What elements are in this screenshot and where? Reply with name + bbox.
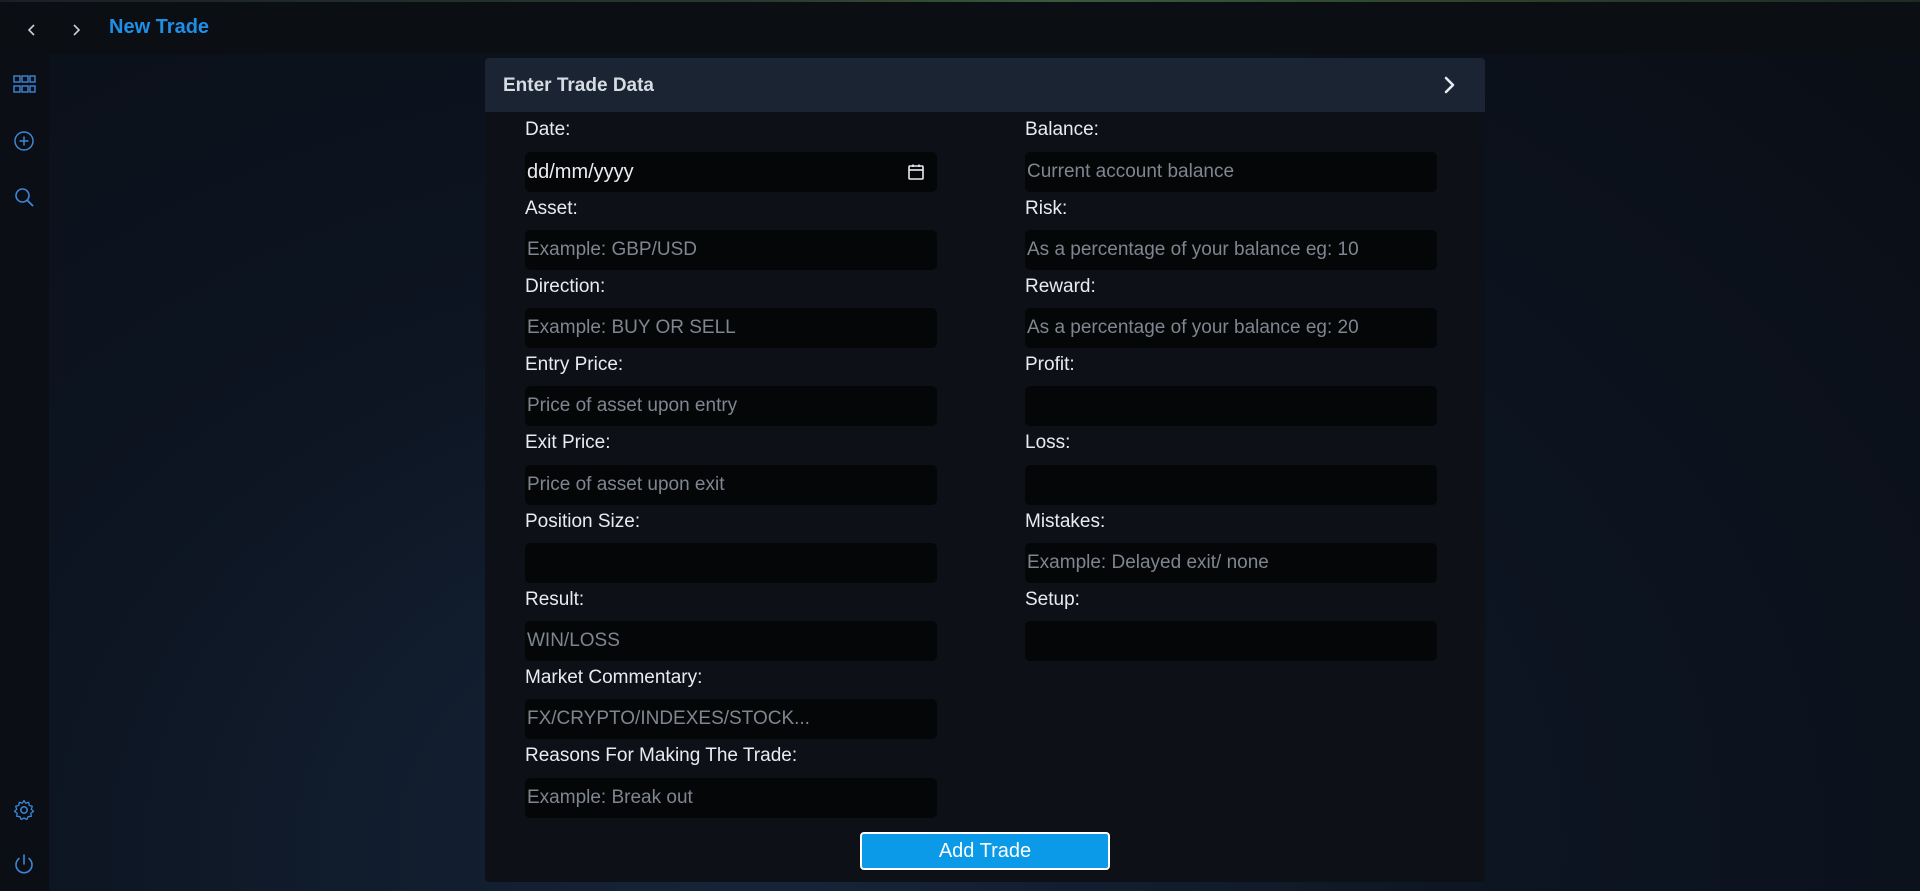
balance-field[interactable] <box>1025 152 1437 192</box>
sidebar-item-new-trade[interactable] <box>10 127 38 155</box>
sidebar-item-settings[interactable] <box>10 796 38 824</box>
gear-icon <box>13 799 35 821</box>
sidebar-item-logout[interactable] <box>10 850 38 878</box>
market-commentary-field[interactable] <box>525 699 937 739</box>
direction-label: Direction: <box>525 276 606 297</box>
position-size-field[interactable] <box>525 543 937 583</box>
exit-price-field[interactable] <box>525 465 937 505</box>
result-field[interactable] <box>525 621 937 661</box>
entry-price-label: Entry Price: <box>525 354 624 375</box>
result-label: Result: <box>525 589 585 610</box>
setup-label: Setup: <box>1025 589 1080 610</box>
panel-title: Enter Trade Data <box>503 75 654 96</box>
position-size-label: Position Size: <box>525 511 641 532</box>
sidebar-item-search[interactable] <box>10 183 38 211</box>
risk-field[interactable] <box>1025 230 1437 270</box>
search-icon <box>15 188 34 207</box>
loss-label: Loss: <box>1025 432 1071 453</box>
risk-label: Risk: <box>1025 198 1068 219</box>
profit-label: Profit: <box>1025 354 1075 375</box>
add-circle-icon <box>14 131 34 151</box>
mistakes-field[interactable] <box>1025 543 1437 583</box>
direction-field[interactable] <box>525 308 937 348</box>
page-title: New Trade <box>109 16 210 38</box>
balance-label: Balance: <box>1025 119 1099 140</box>
sidebar-item-dashboard[interactable] <box>10 71 38 99</box>
trade-form-panel: Enter Trade Data Date: dd/mm/yyyy Asset:… <box>485 58 1485 882</box>
reasons-field[interactable] <box>525 778 937 818</box>
profit-field[interactable] <box>1025 386 1437 426</box>
back-button[interactable] <box>20 18 44 42</box>
asset-field[interactable] <box>525 230 937 270</box>
loss-field[interactable] <box>1025 465 1437 505</box>
calendar-icon[interactable] <box>907 163 925 181</box>
title-bar: New Trade <box>0 2 1920 54</box>
chevron-left-icon <box>27 24 35 36</box>
reward-label: Reward: <box>1025 276 1096 297</box>
add-trade-button[interactable]: Add Trade <box>860 832 1110 870</box>
chevron-right-icon <box>73 24 81 36</box>
date-field[interactable]: dd/mm/yyyy <box>525 152 937 192</box>
date-field-value: dd/mm/yyyy <box>527 160 634 183</box>
dashboard-grid-icon <box>13 75 36 93</box>
sidebar <box>0 54 49 891</box>
market-commentary-label: Market Commentary: <box>525 667 703 688</box>
mistakes-label: Mistakes: <box>1025 511 1106 532</box>
entry-price-field[interactable] <box>525 386 937 426</box>
exit-price-label: Exit Price: <box>525 432 611 453</box>
reward-field[interactable] <box>1025 308 1437 348</box>
panel-header: Enter Trade Data <box>485 58 1485 112</box>
power-icon <box>15 854 33 874</box>
chevron-right-icon[interactable] <box>1439 75 1459 95</box>
setup-field[interactable] <box>1025 621 1437 661</box>
date-label: Date: <box>525 119 571 140</box>
reasons-label: Reasons For Making The Trade: <box>525 745 798 766</box>
forward-button[interactable] <box>64 18 88 42</box>
asset-label: Asset: <box>525 198 578 219</box>
